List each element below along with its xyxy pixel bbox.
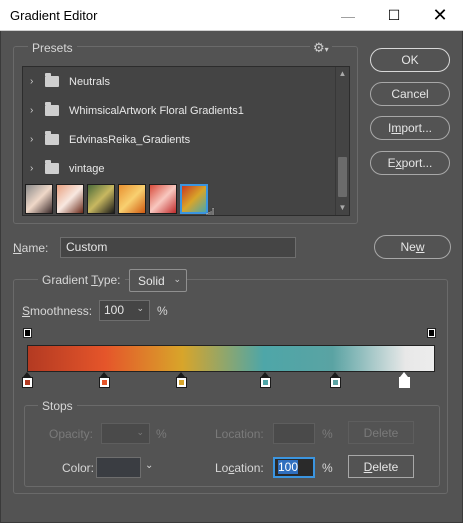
preset-folder[interactable]: › Neutrals bbox=[23, 67, 335, 96]
folder-icon bbox=[45, 131, 59, 145]
new-button[interactable]: Ne w bbox=[374, 235, 451, 259]
chevron-right-icon[interactable]: › bbox=[30, 134, 39, 145]
presets-label: Presets bbox=[28, 41, 77, 55]
preset-folder[interactable]: › EdvinasReika_Gradients bbox=[23, 125, 335, 154]
chevron-right-icon[interactable]: › bbox=[30, 105, 39, 116]
presets-list[interactable]: › Neutrals › WhimsicalArtwork Floral Gra… bbox=[22, 66, 350, 216]
color-stop[interactable] bbox=[22, 372, 33, 389]
opacity-label: Opacity: bbox=[49, 427, 94, 441]
color-stop[interactable] bbox=[330, 372, 341, 389]
gradient-swatch[interactable] bbox=[56, 184, 84, 214]
title-bar: Gradient Editor — ☐ ✕ bbox=[0, 0, 463, 31]
color-stop[interactable] bbox=[176, 372, 187, 389]
gear-icon[interactable]: ⚙▾ bbox=[310, 40, 332, 56]
close-icon[interactable]: ✕ bbox=[417, 0, 463, 31]
stop-color-swatch[interactable] bbox=[96, 457, 141, 478]
gradient-preview-bar[interactable] bbox=[27, 345, 435, 372]
location-label-opacity: Location: bbox=[215, 427, 264, 441]
name-field[interactable]: Custom bbox=[60, 237, 296, 258]
location-unit-opacity: % bbox=[322, 427, 333, 441]
import-button[interactable]: Im port... bbox=[370, 116, 450, 140]
folder-icon bbox=[45, 102, 59, 116]
folder-label: WhimsicalArtwork Floral Gradients1 bbox=[69, 104, 244, 117]
location-field[interactable]: 100 bbox=[273, 457, 315, 478]
gradient-swatch-selected[interactable] bbox=[180, 184, 208, 214]
preset-folder[interactable]: › WhimsicalArtwork Floral Gradients1 bbox=[23, 96, 335, 125]
delete-opacity-stop-button[interactable]: Delete bbox=[348, 421, 414, 444]
smoothness-field[interactable]: 100 ⌄ bbox=[99, 300, 150, 321]
minimize-icon[interactable]: — bbox=[325, 0, 371, 31]
location-unit: % bbox=[322, 461, 333, 475]
presets-scrollbar[interactable]: ▲ ▼ bbox=[335, 67, 349, 215]
window-title: Gradient Editor bbox=[10, 8, 98, 23]
maximize-icon[interactable]: ☐ bbox=[371, 0, 417, 31]
scroll-down-icon[interactable]: ▼ bbox=[336, 201, 349, 215]
folder-label: EdvinasReika_Gradients bbox=[69, 133, 191, 146]
gradient-swatch[interactable] bbox=[149, 184, 177, 214]
cancel-button[interactable]: Cancel bbox=[370, 82, 450, 106]
export-button[interactable]: Ex port... bbox=[370, 151, 450, 175]
gradient-swatch[interactable] bbox=[25, 184, 53, 214]
chevron-right-icon[interactable]: › bbox=[30, 163, 39, 174]
chevron-right-icon[interactable]: › bbox=[30, 76, 39, 87]
folder-icon bbox=[45, 160, 59, 174]
color-stop[interactable] bbox=[260, 372, 271, 389]
opacity-stop-right[interactable] bbox=[427, 328, 436, 338]
ok-button[interactable]: OK bbox=[370, 48, 450, 72]
chevron-down-icon[interactable]: ⌄ bbox=[145, 460, 153, 471]
gradient-swatch[interactable] bbox=[87, 184, 115, 214]
folder-icon bbox=[45, 73, 59, 87]
smoothness-label: Smoothness: bbox=[22, 304, 93, 318]
color-label: Color: bbox=[62, 461, 95, 475]
hand-cursor-icon: ☝ bbox=[205, 205, 216, 216]
gradient-type-label: Gradient Type: bbox=[38, 273, 125, 287]
color-stop-selected[interactable] bbox=[399, 372, 410, 389]
chevron-down-icon: ⌄ bbox=[136, 303, 144, 313]
location-field-opacity[interactable] bbox=[273, 423, 315, 444]
stops-label: Stops bbox=[38, 399, 77, 413]
opacity-stop-left[interactable] bbox=[23, 328, 32, 338]
location-label: Location: bbox=[215, 461, 264, 475]
name-label: Name: bbox=[13, 241, 49, 255]
chevron-down-icon: ⌄ bbox=[173, 274, 181, 284]
scrollbar-thumb[interactable] bbox=[338, 157, 347, 197]
scroll-up-icon[interactable]: ▲ bbox=[336, 67, 349, 81]
delete-color-stop-button[interactable]: Delete bbox=[348, 455, 414, 478]
preset-folder[interactable]: › vintage bbox=[23, 154, 335, 183]
gradient-swatch[interactable] bbox=[118, 184, 146, 214]
opacity-field[interactable]: ⌄ bbox=[101, 423, 150, 444]
color-stop[interactable] bbox=[99, 372, 110, 389]
smoothness-unit: % bbox=[157, 304, 168, 318]
folder-label: vintage bbox=[69, 162, 105, 175]
gradient-type-select[interactable]: Solid ⌄ bbox=[129, 269, 187, 292]
opacity-unit: % bbox=[156, 427, 167, 441]
folder-label: Neutrals bbox=[69, 75, 110, 88]
